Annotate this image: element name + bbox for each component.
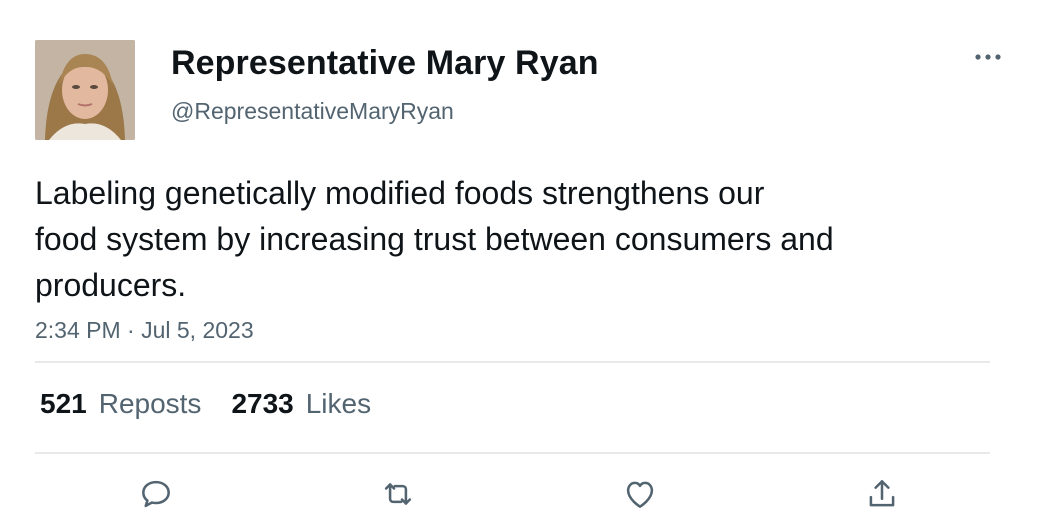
like-button[interactable] bbox=[618, 472, 662, 516]
display-name[interactable]: Representative Mary Ryan bbox=[171, 44, 599, 83]
likes-count: 2733 bbox=[231, 388, 294, 419]
reposts-label: Reposts bbox=[98, 388, 202, 419]
share-button[interactable] bbox=[860, 472, 904, 516]
share-icon bbox=[869, 480, 895, 507]
reply-icon bbox=[142, 480, 170, 508]
likes-label: Likes bbox=[305, 388, 372, 419]
engagement-stats: 521 Reposts 2733 Likes bbox=[40, 388, 401, 420]
reposts-count: 521 bbox=[40, 388, 87, 419]
tweet-text-line: food system by increasing trust between … bbox=[35, 221, 834, 257]
more-horizontal-icon bbox=[975, 54, 1001, 60]
heart-icon bbox=[626, 481, 654, 508]
divider bbox=[35, 361, 990, 363]
tweet-timestamp[interactable]: 2:34 PM · Jul 5, 2023 bbox=[35, 317, 254, 344]
user-handle[interactable]: @RepresentativeMaryRyan bbox=[171, 98, 454, 125]
divider bbox=[35, 452, 990, 454]
repost-button[interactable] bbox=[376, 472, 420, 516]
reposts-stat[interactable]: 521 Reposts bbox=[40, 388, 201, 420]
repost-icon bbox=[384, 483, 412, 505]
reply-button[interactable] bbox=[134, 472, 178, 516]
likes-stat[interactable]: 2733 Likes bbox=[231, 388, 371, 420]
more-options-button[interactable] bbox=[968, 42, 1008, 72]
tweet-text: Labeling genetically modified foods stre… bbox=[35, 170, 995, 308]
avatar[interactable] bbox=[35, 40, 135, 140]
tweet-text-line: producers. bbox=[35, 267, 187, 303]
tweet-text-line: Labeling genetically modified foods stre… bbox=[35, 175, 765, 211]
profile-photo-icon bbox=[35, 40, 135, 140]
tweet-card: Representative Mary Ryan @Representative… bbox=[0, 0, 1050, 525]
action-bar bbox=[0, 472, 1050, 518]
